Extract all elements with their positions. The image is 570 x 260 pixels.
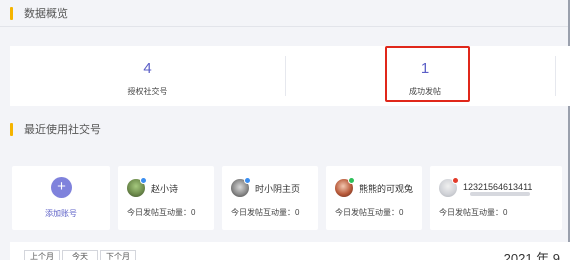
account-daily-interactions: 今日发帖互动量：0 (231, 208, 300, 217)
stat-value: 4 (143, 60, 152, 77)
stat-divider (285, 56, 286, 96)
overview-panel: 4 授权社交号 1 成功发帖 (10, 46, 570, 106)
section-accent-bar (10, 122, 13, 136)
calendar-month-label: 2021 年 9 (503, 251, 560, 260)
section-divider (0, 26, 568, 27)
stat-divider (555, 56, 556, 96)
add-account-label: 添加账号 (45, 209, 77, 218)
prev-month-button[interactable]: 上个月 (24, 250, 60, 260)
account-card[interactable]: 时小阴主页 今日发帖互动量：0 (222, 166, 318, 230)
stat-authorized-accounts[interactable]: 4 授权社交号 (10, 46, 285, 106)
account-name: 熊熊的可观兔 (359, 184, 414, 194)
recent-accounts-section-header: 最近使用社交号 (0, 116, 570, 142)
verified-icon (244, 177, 251, 184)
account-name: 赵小诗 (151, 184, 179, 194)
today-button[interactable]: 今天 (62, 250, 98, 260)
account-card[interactable]: 12321564613411 今日发帖互动量：0 (430, 166, 562, 230)
weibo-icon (452, 177, 459, 184)
account-daily-interactions: 今日发帖互动量：0 (335, 208, 404, 217)
overview-section-title: 数据概览 (24, 8, 68, 20)
account-name: 时小阴主页 (255, 184, 301, 194)
recent-accounts-section-title: 最近使用社交号 (24, 124, 101, 136)
wechat-icon (348, 177, 355, 184)
account-daily-interactions: 今日发帖互动量：0 (127, 208, 196, 217)
plus-icon[interactable]: + (51, 177, 72, 198)
account-name: 12321564613411 (463, 182, 533, 192)
account-card[interactable]: 赵小诗 今日发帖互动量：0 (118, 166, 214, 230)
verified-icon (140, 177, 147, 184)
account-card[interactable]: 熊熊的可观兔 今日发帖互动量：0 (326, 166, 422, 230)
calendar-panel: 上个月 今天 下个月 2021 年 9 (10, 242, 570, 260)
add-account-card[interactable]: + 添加账号 (12, 166, 110, 230)
redacted-text-bar (470, 192, 530, 196)
section-accent-bar (10, 6, 13, 20)
next-month-button[interactable]: 下个月 (100, 250, 136, 260)
account-daily-interactions: 今日发帖互动量：0 (439, 208, 508, 217)
highlight-annotation-box (385, 46, 470, 102)
stat-label: 授权社交号 (127, 87, 168, 96)
overview-section-header: 数据概览 (0, 0, 570, 26)
